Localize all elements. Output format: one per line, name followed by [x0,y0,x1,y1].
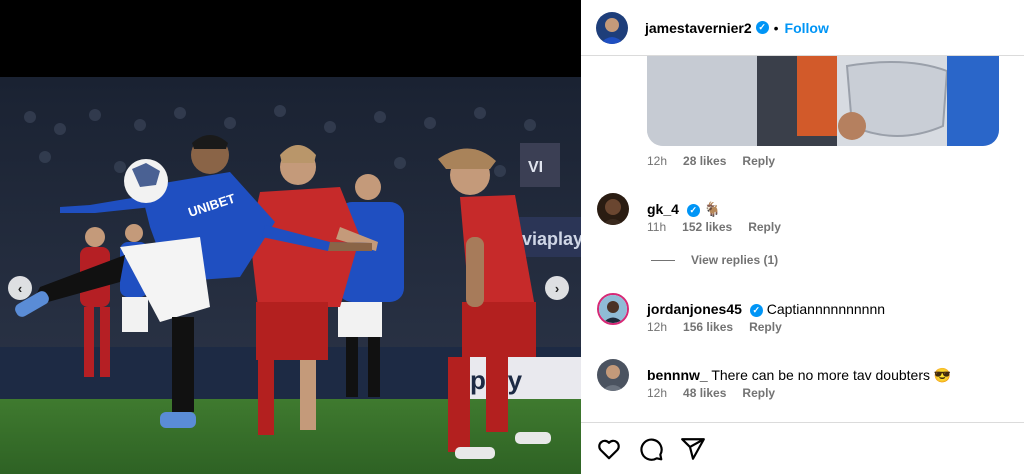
verified-badge-icon: ✓ [755,21,769,34]
comment-username[interactable]: gk_4 [647,201,679,217]
football-photo: play viaplay VI [0,77,581,474]
comment-body: 🐐 [703,201,722,217]
separator-dot: • [773,19,779,36]
follow-button[interactable]: Follow [785,20,829,36]
comment-meta: 12h 156 likes Reply [647,320,782,334]
replies-divider [651,259,675,261]
board-text-viaplay: viaplay [522,229,581,249]
reply-button[interactable]: Reply [742,154,775,168]
comment-time: 12h [647,320,668,334]
reply-button[interactable]: Reply [748,220,781,234]
comment-meta: 12h 28 likes Reply [647,154,775,168]
comment-likes[interactable]: 28 likes [683,154,726,168]
commenter-avatar-image [597,359,629,391]
post-media: play viaplay VI [0,0,581,474]
previous-photo-button[interactable]: ‹ [8,276,32,300]
comment-body: Captiannnnnnnnnn [766,301,886,317]
comment-body: There can be no more tav doubters 😎 [711,367,952,383]
comments-list[interactable]: 12h 28 likes Reply gk_4 ✓ 🐐 11h 152 like… [581,56,1024,422]
comment-username[interactable]: jordanjones45 [647,301,742,317]
post-photo[interactable]: play viaplay VI [0,77,581,474]
author-username[interactable]: jamestavernier2 [645,20,752,36]
commenter-avatar[interactable] [597,193,629,225]
comment-text: jordanjones45 ✓ Captiannnnnnnnnn [647,300,885,318]
comment-time: 12h [647,386,668,400]
author-avatar-image [596,11,628,44]
comment-time: 11h [647,220,667,234]
comment-icon[interactable] [638,436,664,462]
comment-username[interactable]: bennnw_ [647,367,708,383]
author-avatar[interactable] [596,11,628,44]
comment-text: gk_4 ✓ 🐐 [647,200,721,218]
comment-text: bennnw_ There can be no more tav doubter… [647,366,951,384]
trophy-photo [647,56,999,146]
reply-button[interactable]: Reply [749,320,782,334]
view-replies-button[interactable]: View replies (1) [651,253,778,267]
commenter-avatar[interactable] [597,293,629,325]
comment-likes[interactable]: 156 likes [683,320,733,334]
view-replies-label: View replies (1) [691,253,779,267]
comment-meta: 12h 48 likes Reply [647,386,775,400]
post-panel: jamestavernier2 ✓ • Follow 12h 28 likes … [581,0,1024,474]
post-header: jamestavernier2 ✓ • Follow [581,0,1024,56]
comment-likes[interactable]: 48 likes [683,386,726,400]
comment-likes[interactable]: 152 likes [682,220,732,234]
post-actions [581,422,1024,474]
heart-icon[interactable] [596,436,622,462]
reply-button[interactable]: Reply [742,386,775,400]
commenter-avatar-image [597,193,629,225]
board-text-vi: VI [528,159,543,176]
commenter-avatar-image [599,295,627,323]
comment-time: 12h [647,154,668,168]
verified-badge-icon: ✓ [749,303,763,317]
comment-image[interactable] [647,56,999,146]
next-photo-button[interactable]: › [545,276,569,300]
share-icon[interactable] [680,436,706,462]
comment-meta: 11h 152 likes Reply [647,220,781,234]
commenter-avatar[interactable] [597,359,629,391]
verified-badge-icon: ✓ [686,203,700,217]
